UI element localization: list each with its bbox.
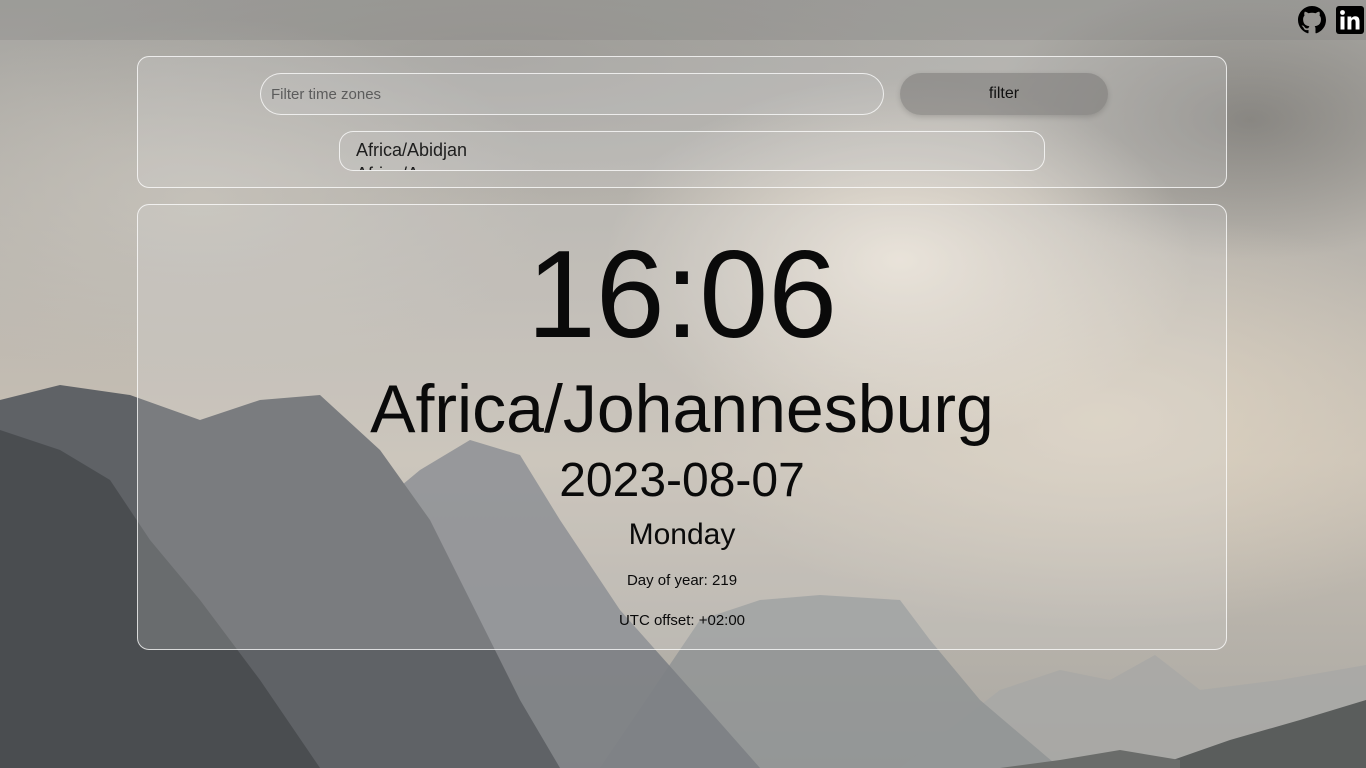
github-link[interactable] (1298, 6, 1326, 34)
timezone-option[interactable]: Africa/Accra (356, 162, 1028, 170)
timezone-option[interactable]: Africa/Abidjan (356, 138, 1028, 162)
linkedin-link[interactable] (1336, 6, 1364, 34)
github-icon (1298, 6, 1326, 34)
social-links (1298, 6, 1364, 34)
current-time: 16:06 (526, 226, 838, 364)
filter-input[interactable] (260, 73, 884, 115)
current-date: 2023-08-07 (559, 454, 805, 507)
clock-panel: 16:06 Africa/Johannesburg 2023-08-07 Mon… (137, 204, 1227, 650)
day-of-year: Day of year: 219 (626, 572, 738, 589)
linkedin-icon (1336, 6, 1364, 34)
filter-button[interactable]: filter (900, 73, 1108, 115)
timezone-list[interactable]: Africa/Abidjan Africa/Accra (339, 131, 1045, 171)
weekday: Monday (628, 518, 736, 551)
top-bar (0, 0, 1366, 40)
timezone-name: Africa/Johannesburg (370, 371, 994, 447)
utc-offset: UTC offset: +02:00 (618, 612, 746, 629)
filter-panel: filter Africa/Abidjan Africa/Accra (137, 56, 1227, 188)
